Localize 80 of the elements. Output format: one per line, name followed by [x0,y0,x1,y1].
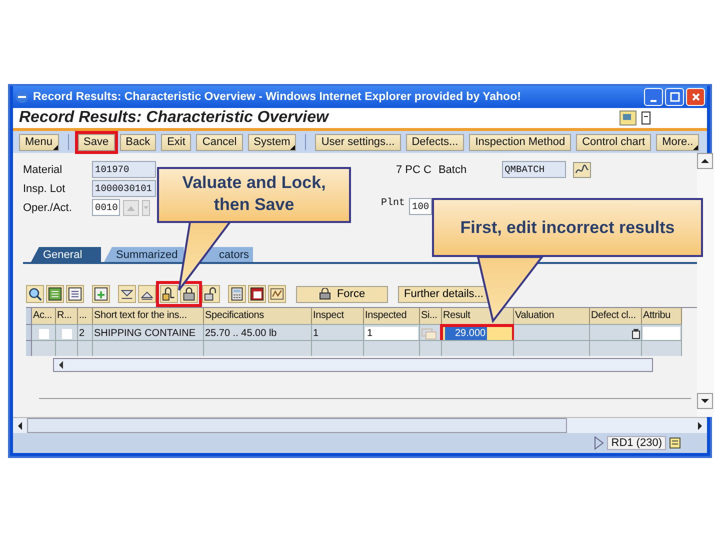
table-cell [312,340,364,356]
input-field[interactable]: 0010 [92,199,120,216]
column-header[interactable]: Short text for the ins... [93,308,204,324]
lock-icon[interactable] [180,285,198,303]
minimize-button[interactable] [644,88,663,106]
horizontal-scrollbar[interactable] [13,417,707,433]
help-icon[interactable] [619,110,637,126]
down-arrow-icon [143,204,149,212]
chart-icon[interactable] [268,285,286,303]
close-icon [690,92,700,102]
log-icon[interactable] [669,437,681,449]
table-cell [78,340,93,356]
toolbar-button[interactable]: Menu [19,134,59,150]
toolbar-button[interactable]: Exit [161,134,192,150]
column-header[interactable]: R... [56,308,78,324]
field-label: Oper./Act. [23,202,73,214]
toolbar-button[interactable]: Defects... [406,134,464,150]
toolbar-button[interactable]: Cancel [196,134,243,150]
browser-icon [15,90,29,104]
scroll-up-icon[interactable] [697,153,713,169]
add-row-icon[interactable] [92,285,110,303]
maximize-icon [670,92,680,102]
input-field[interactable]: 101970 [92,161,156,178]
screen-title: Record Results: Characteristic Overview [19,109,330,127]
field-label: Plnt [381,198,406,211]
tab[interactable]: Summarized [104,247,184,262]
scroll-down-icon[interactable] [697,393,713,409]
field-label: Material [23,164,64,176]
column-header[interactable]: Valuation [514,308,590,324]
input-field[interactable]: 1000030101 [92,180,156,197]
toolbar-button[interactable]: Inspection Method [469,134,572,150]
column-header[interactable]: Inspect [312,308,364,324]
column-header[interactable]: Result [442,308,514,324]
window-title: Record Results: Characteristic Overview - Windows Internet Explorer provided by Yahoo! [33,91,522,103]
toolbar-button[interactable]: System [248,134,296,150]
maximize-button[interactable] [665,88,684,106]
calculator-icon[interactable] [228,285,246,303]
input-field[interactable]: 100 [409,198,432,215]
deselect-icon[interactable] [66,285,84,303]
close-button[interactable] [686,88,705,106]
lock-icon [318,288,331,300]
left-arrow-icon[interactable] [58,361,64,369]
checkbox[interactable] [62,329,72,339]
material-description: 7 PC C [396,164,432,176]
column-header[interactable]: Inspected [364,308,420,324]
toolbar-button[interactable]: User settings... [315,134,401,150]
field-label: Insp. Lot [23,182,66,194]
signature-icon[interactable] [572,162,591,178]
collapse-icon[interactable] [138,285,156,303]
toolbar-button[interactable]: Back [120,134,156,150]
toolbar-button[interactable]: Control chart [576,134,652,150]
dropdown-icon[interactable] [632,329,640,339]
minimize-icon [650,100,657,102]
column-header[interactable]: Defect cl... [590,308,642,324]
result-field[interactable]: 29.000 [443,327,512,341]
system-info: RD1 (230) [607,436,666,450]
input-field[interactable] [643,327,680,341]
toolbar-button[interactable]: More.. [656,134,700,150]
table-cell [442,340,514,356]
checkbox[interactable] [38,329,48,339]
column-header[interactable]: Ac... [32,308,56,324]
column-header[interactable]: Si... [420,308,442,324]
vertical-scrollbar[interactable] [697,153,714,417]
force-button[interactable]: Force [296,286,388,302]
expand-icon[interactable] [118,285,136,303]
select-all-icon[interactable] [46,285,64,303]
input-field[interactable]: QMBATCH [502,161,566,178]
document-icon[interactable] [641,111,651,125]
column-header[interactable]: Specifications [204,308,312,324]
input-field[interactable]: 1 [365,327,418,341]
field-label: Batch [438,164,467,176]
column-header[interactable]: ... [78,308,93,324]
unlock-icon[interactable] [202,285,220,303]
table-icon[interactable] [248,285,266,303]
horizontal-scrollbar[interactable] [53,358,653,372]
zoom-icon[interactable] [26,285,44,303]
up-arrow-icon [126,204,136,212]
unlock-icon[interactable] [160,285,178,303]
tab[interactable]: General [31,247,101,262]
column-header[interactable]: Attribu [642,308,682,324]
